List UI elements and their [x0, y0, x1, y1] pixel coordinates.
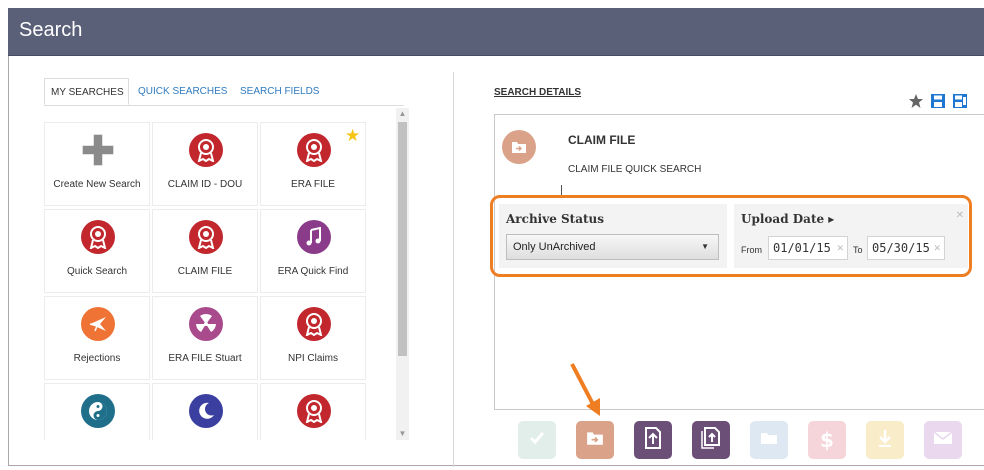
plus-icon — [81, 133, 115, 167]
star-icon[interactable] — [908, 93, 924, 109]
search-tile-rejections[interactable]: Rejections — [44, 296, 150, 380]
yin-yang-icon — [81, 394, 115, 428]
folder-action-button[interactable] — [750, 421, 788, 459]
grid-scrollbar[interactable]: ▲ ▼ — [396, 108, 409, 440]
search-tile-label: Quick Search — [66, 266, 128, 277]
airplane-icon — [81, 307, 115, 341]
ribbon-award-icon — [297, 307, 331, 341]
title-bar: Search — [8, 8, 984, 56]
check-icon — [528, 429, 546, 452]
search-tile-quick-search[interactable]: Quick Search — [44, 209, 150, 293]
search-tile-era-quick-find[interactable]: ERA Quick Find — [260, 209, 366, 293]
search-tile-label: ERA FILE — [291, 179, 335, 190]
archive-status-select[interactable]: Only UnArchived ▼ — [506, 234, 719, 260]
upload-files-icon — [700, 426, 722, 454]
search-tile-label: ERA FILE Stuart — [168, 353, 242, 364]
radiation-icon — [189, 307, 223, 341]
dollar-icon: $ — [820, 428, 834, 452]
search-tile-award[interactable] — [260, 383, 366, 440]
upload-file-icon — [644, 426, 662, 454]
search-details-heading: SEARCH DETAILS — [494, 87, 582, 98]
search-tile-yin-yang[interactable] — [44, 383, 150, 440]
download-action-button[interactable] — [866, 421, 904, 459]
search-tile-label: NPI Claims — [287, 353, 338, 364]
search-tile-create-new[interactable]: Create New Search — [44, 122, 150, 206]
ribbon-award-icon — [297, 394, 331, 428]
upload-date-label[interactable]: Upload Date ▸ — [741, 212, 834, 226]
tab-quick-searches[interactable]: QUICK SEARCHES — [132, 78, 233, 105]
save-icon[interactable] — [930, 93, 946, 109]
search-tile-npi-claims[interactable]: NPI Claims — [260, 296, 366, 380]
search-tile-label: ERA Quick Find — [277, 266, 349, 277]
saved-searches-grid: Create New Search CLAIM ID - DOU ★ ERA F… — [44, 122, 394, 440]
scrollbar-thumb[interactable] — [398, 122, 407, 356]
chevron-down-icon: ▼ — [701, 242, 709, 251]
archive-status-label: Archive Status — [506, 212, 605, 226]
mail-action-button[interactable] — [924, 421, 962, 459]
search-name: CLAIM FILE — [568, 133, 636, 147]
folder-arrow-icon — [502, 130, 536, 164]
upload-file-action-button[interactable] — [634, 421, 672, 459]
archive-status-filter: Archive Status Only UnArchived ▼ — [499, 204, 727, 268]
remove-filter-icon[interactable]: ✕ — [956, 210, 964, 221]
from-date-value: 01/01/15 — [773, 241, 831, 255]
clear-to-icon[interactable]: ✕ — [933, 237, 941, 259]
ribbon-award-icon — [189, 133, 223, 167]
clear-from-icon[interactable]: ✕ — [836, 237, 844, 259]
scroll-down-icon[interactable]: ▼ — [396, 428, 409, 440]
check-action-button[interactable] — [518, 421, 556, 459]
search-tile-label: Rejections — [73, 353, 121, 364]
folder-icon — [760, 431, 778, 450]
folder-arrow-icon — [586, 430, 604, 451]
mail-icon — [933, 430, 953, 450]
tab-search-fields[interactable]: SEARCH FIELDS — [234, 78, 325, 105]
window-title: Search — [19, 19, 83, 41]
search-tile-era-file-stuart[interactable]: ERA FILE Stuart — [152, 296, 258, 380]
to-date-value: 05/30/15 — [872, 241, 930, 255]
search-description: CLAIM FILE QUICK SEARCH — [568, 164, 702, 175]
to-date-input[interactable]: 05/30/15 ✕ — [867, 236, 945, 260]
moon-icon — [189, 394, 223, 428]
search-tile-claim-file[interactable]: CLAIM FILE — [152, 209, 258, 293]
upload-files-action-button[interactable] — [692, 421, 730, 459]
search-tile-era-file[interactable]: ★ ERA FILE — [260, 122, 366, 206]
ribbon-award-icon — [297, 133, 331, 167]
claim-file-action-button[interactable] — [576, 421, 614, 459]
search-tile-label: CLAIM ID - DOU — [167, 179, 243, 190]
tab-my-searches[interactable]: MY SEARCHES — [44, 78, 129, 105]
scroll-up-icon[interactable]: ▲ — [396, 108, 409, 120]
search-tabs: MY SEARCHES QUICK SEARCHES SEARCH FIELDS — [44, 78, 404, 106]
search-tile-moon[interactable] — [152, 383, 258, 440]
save-as-icon[interactable] — [952, 93, 968, 109]
favorite-star-icon[interactable]: ★ — [345, 126, 360, 146]
from-date-input[interactable]: 01/01/15 ✕ — [768, 236, 848, 260]
upload-date-filter: Upload Date ▸ ✕ From 01/01/15 ✕ To 05/30… — [734, 204, 968, 268]
search-tile-claim-id-dou[interactable]: CLAIM ID - DOU — [152, 122, 258, 206]
search-tile-label: CLAIM FILE — [177, 266, 233, 277]
ribbon-award-icon — [189, 220, 223, 254]
to-label: To — [853, 245, 863, 255]
dollar-action-button[interactable]: $ — [808, 421, 846, 459]
music-note-icon — [297, 220, 331, 254]
pointer-arrow-icon — [570, 363, 600, 416]
archive-status-value: Only UnArchived — [513, 241, 596, 253]
from-label: From — [741, 245, 762, 255]
panel-divider — [453, 72, 454, 467]
ribbon-award-icon — [81, 220, 115, 254]
download-icon — [877, 428, 893, 453]
search-tile-label: Create New Search — [53, 179, 141, 190]
